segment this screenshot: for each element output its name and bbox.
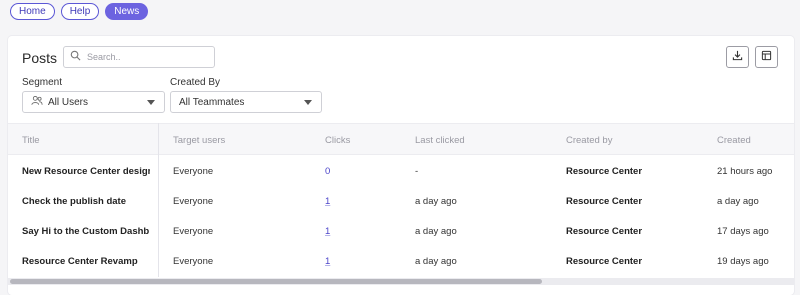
table-header: Title Target users Clicks Last clicked C… (8, 123, 794, 155)
sticky-column-divider (158, 123, 159, 277)
segment-value: All Users (48, 96, 89, 108)
tab-help[interactable]: Help (60, 3, 100, 20)
clicks[interactable]: 1 (325, 226, 330, 237)
last-clicked: a day ago (415, 256, 457, 267)
post-title[interactable]: Say Hi to the Custom Dashb… (22, 226, 150, 237)
segment-label: Segment (22, 77, 63, 88)
posts-card: Posts Segment All Users Created By All T… (8, 36, 794, 295)
tab-home[interactable]: Home (10, 3, 55, 20)
tab-news[interactable]: News (105, 3, 149, 20)
column-header-created[interactable]: Created (717, 135, 751, 146)
scrollbar-thumb[interactable] (10, 279, 542, 284)
columns-button[interactable] (755, 46, 778, 68)
post-title[interactable]: Resource Center Revamp (22, 256, 150, 267)
last-clicked: a day ago (415, 196, 457, 207)
last-clicked: a day ago (415, 226, 457, 237)
target-users: Everyone (173, 166, 214, 177)
chevron-down-icon (147, 100, 155, 105)
column-header-created-by[interactable]: Created by (566, 135, 612, 146)
search-box (63, 46, 215, 68)
clicks[interactable]: 1 (325, 196, 330, 207)
column-header-target-users[interactable]: Target users (173, 135, 225, 146)
created-by-select[interactable]: All Teammates (170, 91, 322, 113)
created-by-value: All Teammates (179, 96, 245, 108)
table-row[interactable]: Check the publish date Everyone 1 a day … (8, 186, 794, 216)
created-by: Resource Center (566, 226, 643, 237)
created-by: Resource Center (566, 166, 643, 177)
created: 17 days ago (717, 226, 769, 237)
clicks[interactable]: 1 (325, 256, 330, 267)
page-title: Posts (22, 50, 58, 66)
post-title[interactable]: Check the publish date (22, 196, 150, 207)
search-input[interactable] (87, 52, 207, 62)
clicks[interactable]: 0 (325, 166, 330, 177)
users-icon (31, 95, 48, 109)
table-row[interactable]: Resource Center Revamp Everyone 1 a day … (8, 246, 794, 276)
download-icon (732, 48, 743, 66)
created-by: Resource Center (566, 256, 643, 267)
search-icon (70, 48, 81, 66)
created: 19 days ago (717, 256, 769, 267)
columns-icon (761, 48, 772, 66)
last-clicked: - (415, 166, 419, 177)
table-row[interactable]: New Resource Center design! Everyone 0 -… (8, 156, 794, 186)
created: a day ago (717, 196, 759, 207)
created-by-label: Created By (170, 77, 221, 88)
target-users: Everyone (173, 196, 214, 207)
column-header-title[interactable]: Title (22, 135, 40, 146)
target-users: Everyone (173, 256, 214, 267)
table-row[interactable]: Say Hi to the Custom Dashb… Everyone 1 a… (8, 216, 794, 246)
chevron-down-icon (304, 100, 312, 105)
horizontal-scrollbar[interactable] (8, 278, 794, 285)
download-button[interactable] (726, 46, 749, 68)
target-users: Everyone (173, 226, 214, 237)
nav-tabs: Home Help News (10, 3, 149, 20)
segment-select[interactable]: All Users (22, 91, 165, 113)
created-by: Resource Center (566, 196, 643, 207)
created: 21 hours ago (717, 166, 773, 177)
column-header-clicks[interactable]: Clicks (325, 135, 350, 146)
column-header-last-clicked[interactable]: Last clicked (415, 135, 465, 146)
post-title[interactable]: New Resource Center design! (22, 166, 150, 177)
